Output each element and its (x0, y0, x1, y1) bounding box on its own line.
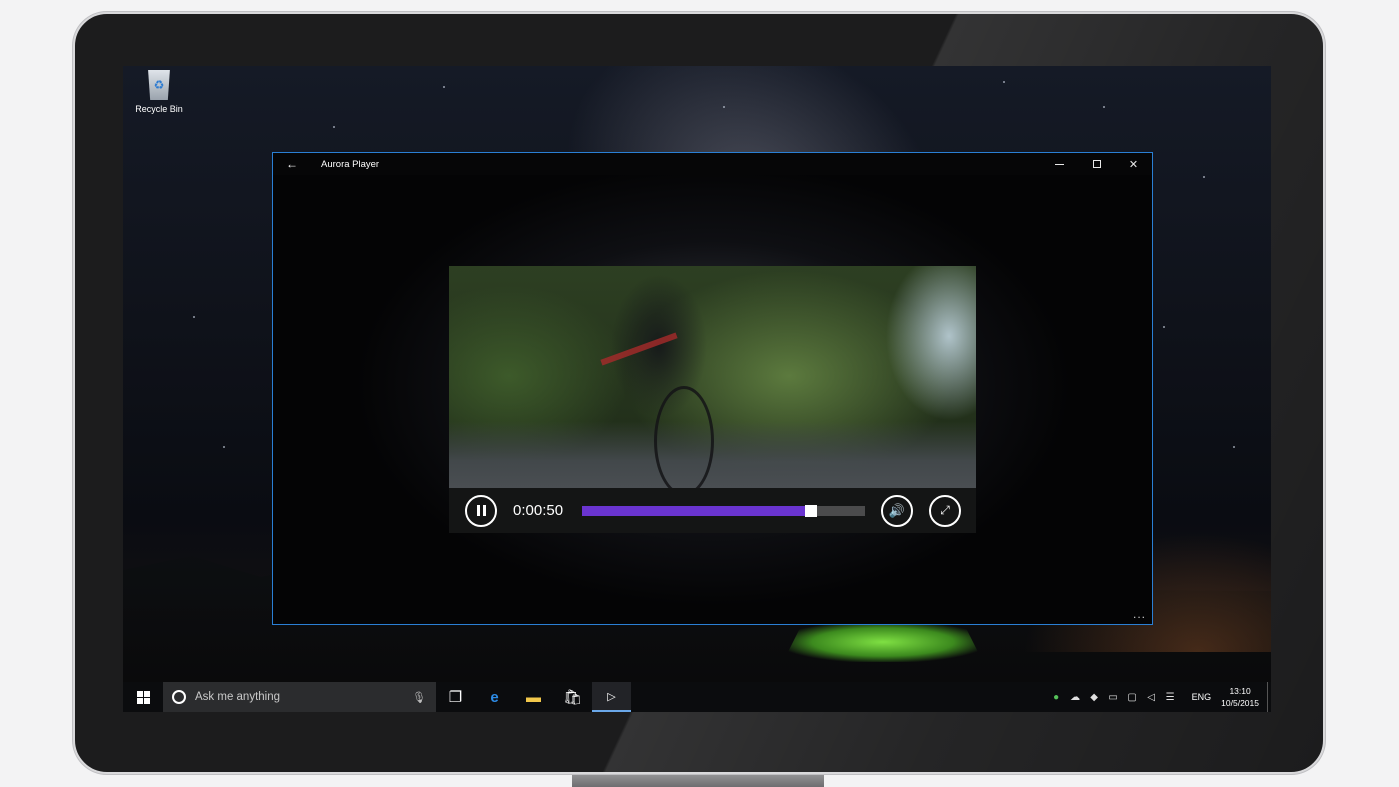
file-explorer-icon[interactable]: ▬ (514, 682, 553, 712)
volume-icon: 🔊 (888, 502, 906, 518)
language-indicator[interactable]: ENG (1192, 692, 1212, 702)
task-view-icon[interactable]: ❐ (436, 682, 475, 712)
desktop-screen: Recycle Bin ← Aurora Player ✕ (123, 66, 1271, 712)
recycle-bin[interactable]: Recycle Bin (127, 70, 191, 114)
system-tray: ● ☁ ◆ ▭ ▢ ◁ ☰ ENG 13:10 10/5/2015 (1047, 682, 1271, 712)
show-desktop-button[interactable] (1267, 682, 1271, 712)
battery-icon[interactable]: ▭ (1104, 692, 1123, 703)
bike-wheel (654, 386, 714, 496)
edge-icon[interactable]: e (475, 682, 514, 712)
more-button[interactable]: ... (1133, 607, 1146, 621)
video-player: 0:00:50 🔊 ⤢ (449, 266, 976, 533)
store-icon[interactable]: 🛍 (553, 682, 592, 712)
title-bar: ← Aurora Player ✕ (273, 153, 1152, 175)
start-button[interactable] (123, 682, 163, 712)
aurora-player-icon[interactable]: ▷ (592, 682, 631, 712)
recycle-bin-icon (148, 70, 170, 100)
maximize-icon (1092, 160, 1101, 168)
window-title: Aurora Player (321, 158, 380, 170)
fullscreen-button[interactable]: ⤢ (929, 494, 961, 527)
minimize-icon (1055, 163, 1064, 165)
onedrive-icon[interactable]: ☁ (1066, 692, 1085, 703)
close-icon: ✕ (1128, 158, 1139, 171)
seek-bar[interactable] (582, 504, 865, 517)
pause-button[interactable] (465, 494, 497, 527)
window-content: 0:00:50 🔊 ⤢ ... (273, 175, 1152, 624)
maximize-button[interactable] (1078, 153, 1115, 175)
fullscreen-icon: ⤢ (940, 503, 950, 517)
current-time: 0:00:50 (513, 502, 564, 519)
aurora-player-window: ← Aurora Player ✕ 0:00:50 🔊 ⤢ ... (272, 152, 1153, 625)
action-center-icon[interactable]: ☰ (1161, 692, 1180, 703)
recycle-bin-label: Recycle Bin (135, 104, 183, 114)
video-frame[interactable] (449, 266, 976, 496)
player-controls: 0:00:50 🔊 ⤢ (449, 488, 976, 533)
speaker-icon[interactable]: ◁ (1142, 692, 1161, 703)
seek-thumb[interactable] (805, 504, 818, 517)
volume-button[interactable]: 🔊 (881, 494, 913, 527)
back-arrow-icon: ← (286, 157, 298, 171)
seek-bar-fill (582, 505, 812, 516)
windows-logo-icon (136, 690, 150, 704)
pause-icon (476, 505, 486, 516)
search-placeholder: Ask me anything (195, 691, 281, 703)
close-button[interactable]: ✕ (1115, 153, 1152, 175)
clock[interactable]: 13:10 10/5/2015 (1221, 685, 1259, 709)
display-icon[interactable]: ▢ (1123, 692, 1142, 703)
dropbox-icon[interactable]: ◆ (1085, 692, 1104, 703)
network-status-icon[interactable]: ● (1047, 692, 1066, 703)
clock-time: 13:10 (1229, 686, 1251, 696)
microphone-icon[interactable]: 🎙 (412, 691, 426, 704)
search-box[interactable]: Ask me anything 🎙 (163, 682, 436, 712)
minimize-button[interactable] (1041, 153, 1078, 175)
clock-date: 10/5/2015 (1221, 698, 1259, 708)
back-button[interactable]: ← (273, 153, 311, 175)
cortana-icon (172, 690, 186, 704)
field-glow (783, 622, 983, 662)
monitor-stand (572, 772, 824, 787)
taskbar: Ask me anything 🎙 ❐ e ▬ 🛍 ▷ ● ☁ ◆ ▭ ▢ ◁ … (123, 682, 1271, 712)
